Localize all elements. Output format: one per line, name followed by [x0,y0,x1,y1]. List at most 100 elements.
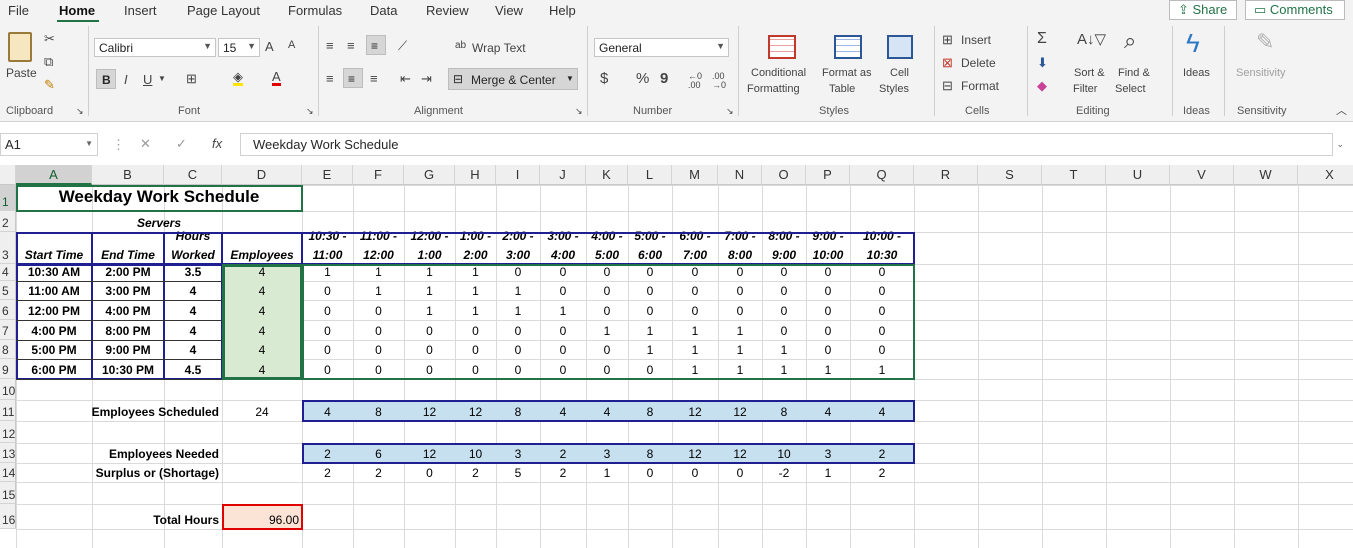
slot-value[interactable]: 0 [458,359,493,379]
needed-value[interactable]: 2 [853,443,911,463]
align-left-icon[interactable]: ≡ [326,72,334,85]
percent-icon[interactable]: % [636,71,649,86]
surplus-value[interactable]: 2 [543,463,583,482]
slot-value[interactable]: 1 [499,300,537,320]
format-as-table-label-1[interactable]: Format as [822,67,872,79]
header-slot[interactable]: 10:30 - 11:00 [305,229,350,264]
surplus-value[interactable]: 2 [458,463,493,482]
surplus-value[interactable]: 2 [305,463,350,482]
cell-styles-label-2[interactable]: Styles [879,83,909,95]
dialog-launcher-icon[interactable]: ↘ [575,107,583,116]
slot-value[interactable]: 0 [631,300,669,320]
find-select-icon[interactable]: ⌕ [1124,30,1136,52]
slot-value[interactable]: 0 [543,359,583,379]
font-color-icon[interactable]: A [272,70,281,86]
fill-color-icon[interactable]: ◈ [233,70,243,86]
underline-button[interactable]: U [143,73,152,86]
collapse-ribbon-icon[interactable]: ︿ [1336,106,1347,117]
slot-value[interactable]: 1 [589,320,625,340]
slot-value[interactable]: 0 [809,320,847,340]
lightning-icon[interactable]: ϟ [1186,30,1200,56]
employees-scheduled-total[interactable]: 24 [225,400,299,421]
header-slot[interactable]: 9:00 - 10:00 [809,229,847,264]
slot-value[interactable]: 0 [853,264,911,281]
wrap-text-icon[interactable]: ab [455,41,466,51]
header-employees[interactable]: Employees [225,232,299,264]
header-start-time[interactable]: Start Time [19,232,89,264]
slot-value[interactable]: 0 [543,320,583,340]
slot-value[interactable]: 0 [631,264,669,281]
surplus-value[interactable]: 1 [589,463,625,482]
slot-value[interactable]: 0 [305,300,350,320]
slot-value[interactable]: 0 [305,281,350,300]
formula-input[interactable]: Weekday Work Schedule ⌄ [240,133,1344,156]
row-header-1[interactable]: 1 [0,185,16,211]
tab-home[interactable]: Home [59,3,95,18]
needed-value[interactable]: 10 [765,443,803,463]
borders-icon[interactable]: ⊞ [186,72,197,85]
slot-value[interactable]: 0 [543,340,583,359]
row-header-5[interactable]: 5 [0,281,16,300]
header-slot[interactable]: 10:00 - 10:30 [853,229,911,264]
scheduled-value[interactable]: 12 [458,400,493,421]
slot-value[interactable]: 1 [356,264,401,281]
surplus-value[interactable]: 0 [721,463,759,482]
format-cells-icon[interactable]: ⊟ [942,79,953,92]
format-painter-icon[interactable]: ✎ [44,78,55,91]
column-header-u[interactable]: U [1106,165,1170,185]
cut-icon[interactable]: ✂ [44,32,55,45]
slot-value[interactable]: 0 [853,281,911,300]
increase-indent-icon[interactable]: ⇥ [421,72,432,85]
cell-styles-label-1[interactable]: Cell [890,67,909,79]
column-header-g[interactable]: G [404,165,455,185]
slot-value[interactable]: 1 [631,340,669,359]
slot-value[interactable]: 1 [407,300,452,320]
surplus-value[interactable]: 1 [809,463,847,482]
employees-scheduled-label[interactable]: Employees Scheduled [19,400,219,421]
header-slot[interactable]: 2:00 - 3:00 [499,229,537,264]
column-header-o[interactable]: O [762,165,806,185]
column-header-k[interactable]: K [586,165,628,185]
merge-center-button[interactable]: ⊟ Merge & Center ▼ [448,68,578,90]
row-header-15[interactable]: 15 [0,482,16,504]
font-name-select[interactable]: Calibri ▼ [94,38,216,57]
shift-end-time[interactable]: 3:00 PM [95,281,161,300]
needed-value[interactable]: 6 [356,443,401,463]
shift-end-time[interactable]: 8:00 PM [95,320,161,340]
needed-value[interactable]: 12 [721,443,759,463]
shift-hours[interactable]: 4 [167,320,219,340]
shift-end-time[interactable]: 10:30 PM [95,359,161,379]
align-center-button[interactable]: ≡ [343,68,363,88]
scheduled-value[interactable]: 4 [305,400,350,421]
slot-value[interactable]: 1 [721,340,759,359]
insert-cells-icon[interactable]: ⊞ [942,33,953,46]
surplus-value[interactable]: 2 [853,463,911,482]
sheet-title[interactable]: Weekday Work Schedule [19,185,299,211]
scheduled-value[interactable]: 4 [589,400,625,421]
paste-label[interactable]: Paste [6,66,37,80]
needed-value[interactable]: 12 [675,443,715,463]
slot-value[interactable]: 0 [765,281,803,300]
shift-hours[interactable]: 3.5 [167,264,219,281]
surplus-value[interactable]: 0 [407,463,452,482]
tab-page-layout[interactable]: Page Layout [187,3,260,18]
needed-value[interactable]: 10 [458,443,493,463]
row-header-12[interactable]: 12 [0,421,16,443]
column-header-r[interactable]: R [914,165,978,185]
row-header-11[interactable]: 11 [0,400,16,421]
needed-value[interactable]: 2 [305,443,350,463]
needed-value[interactable]: 8 [631,443,669,463]
format-as-table-icon[interactable] [834,35,862,59]
chevron-down-icon[interactable]: ▼ [158,75,166,83]
slot-value[interactable]: 0 [589,359,625,379]
slot-value[interactable]: 1 [305,264,350,281]
italic-button[interactable]: I [124,73,128,86]
slot-value[interactable]: 0 [305,359,350,379]
slot-value[interactable]: 0 [458,320,493,340]
find-select-label-1[interactable]: Find & [1118,67,1150,79]
orientation-icon[interactable]: ⟋ [398,39,407,52]
column-header-w[interactable]: W [1234,165,1298,185]
column-header-x[interactable]: X [1298,165,1353,185]
scheduled-value[interactable]: 8 [631,400,669,421]
slot-value[interactable]: 0 [853,340,911,359]
